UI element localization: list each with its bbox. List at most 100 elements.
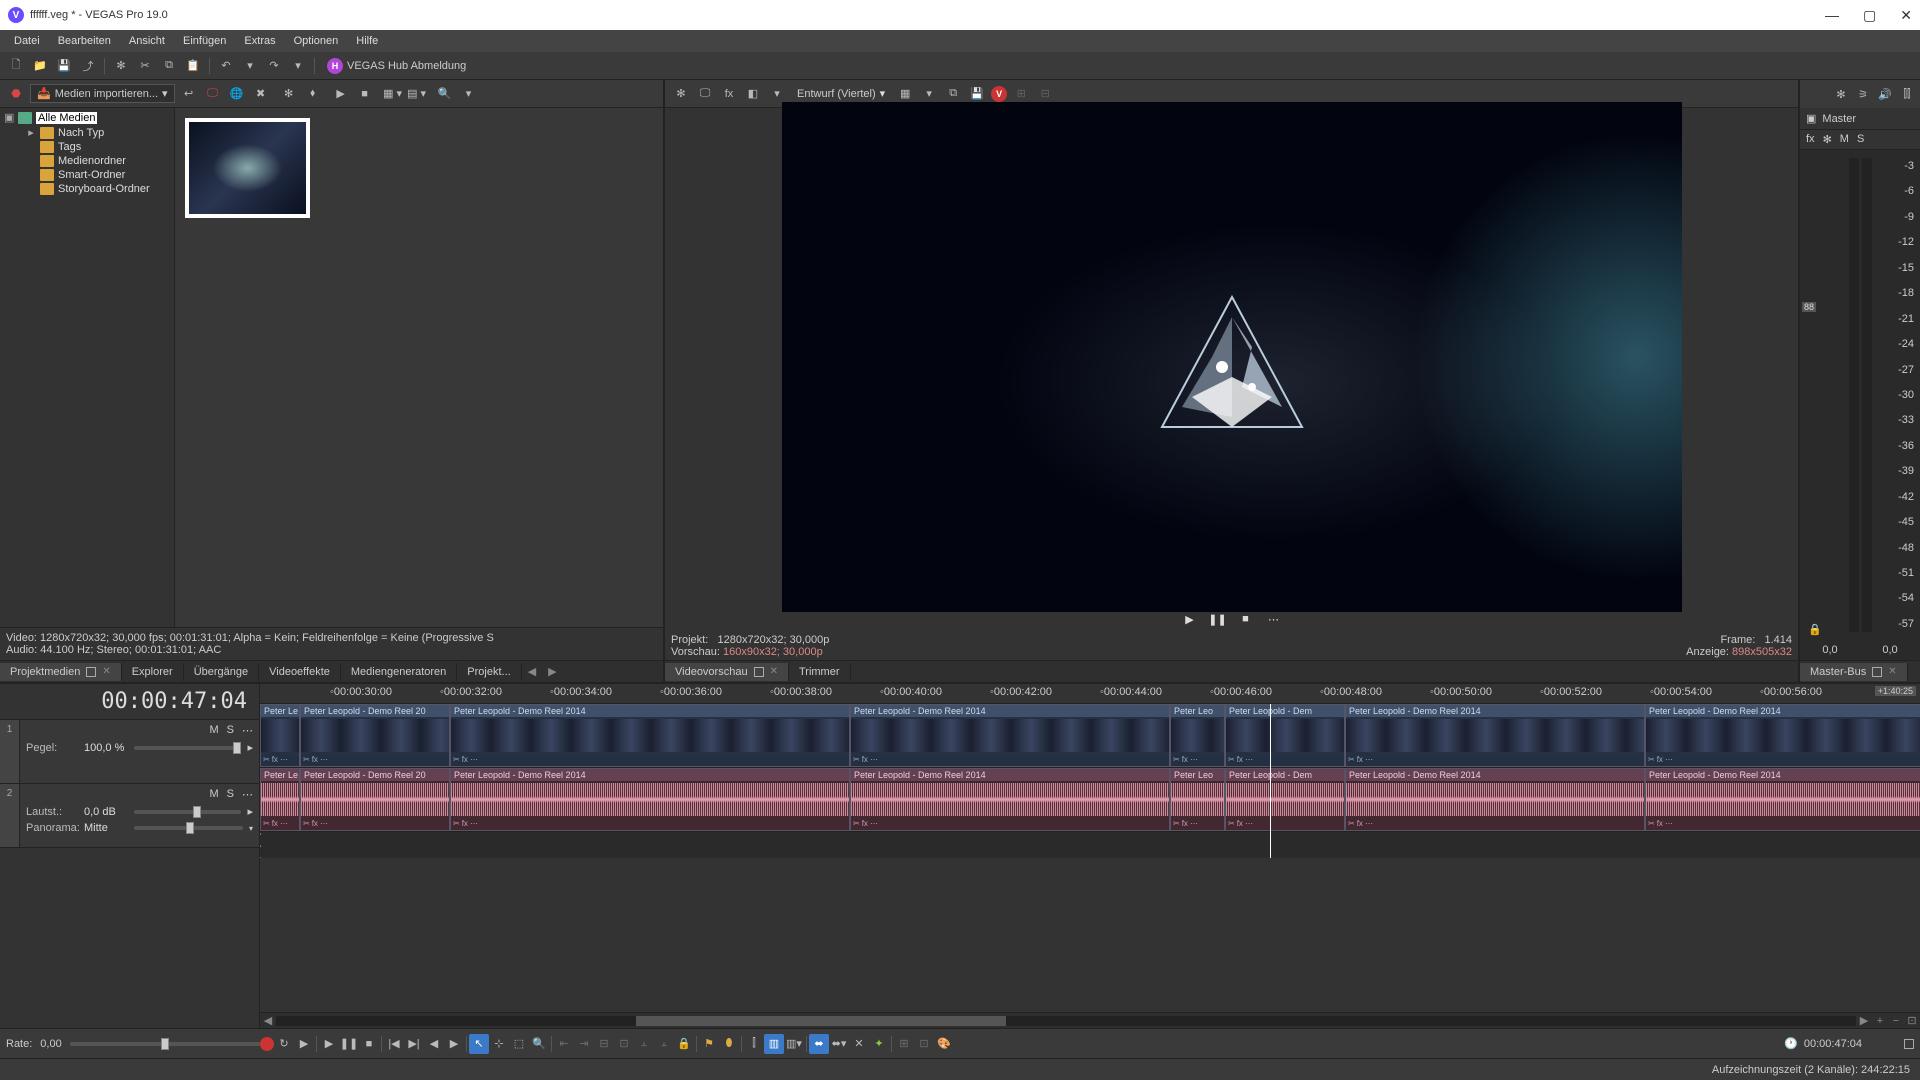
snap-options-button[interactable]: ▥▾ — [784, 1034, 804, 1054]
tab-1[interactable]: Explorer — [122, 663, 184, 681]
capture-icon[interactable]: ↩ — [179, 84, 199, 104]
redo-icon[interactable]: ↷ — [264, 56, 284, 76]
output-icon[interactable]: 🔊 — [1876, 85, 1894, 103]
timeline-tracks[interactable]: Peter Le✂fx⋯Peter Leopold - Demo Reel 20… — [260, 704, 1920, 858]
play-button[interactable]: ▶ — [319, 1034, 339, 1054]
zoom-out-icon[interactable]: − — [1888, 1015, 1904, 1027]
track2-vol-slider[interactable] — [134, 810, 241, 814]
video-clip[interactable]: Peter Leopold - Demo Reel 2014✂fx⋯ — [850, 704, 1170, 767]
loop-button[interactable]: ↻ — [274, 1034, 294, 1054]
region-button[interactable]: ⬮ — [719, 1034, 739, 1054]
trim-start-button[interactable]: ⇤ — [554, 1034, 574, 1054]
preview-more-button[interactable]: ⋯ — [1264, 609, 1284, 629]
master-fx[interactable]: fx — [1806, 133, 1815, 146]
media-stop-icon[interactable]: ■ — [355, 84, 375, 104]
video-clip[interactable]: Peter Leopold - Demo Reel 20✂fx⋯ — [300, 704, 450, 767]
save-icon[interactable]: 💾 — [54, 56, 74, 76]
audio-track-header[interactable]: 2 MS⋯ Lautst.:0,0 dB▸ Panorama:Mitte▾ — [0, 784, 259, 848]
audio-clip[interactable]: Peter Leopold - Demo Reel 2014✂fx⋯ — [450, 768, 850, 831]
tab-master-bus[interactable]: Master-Bus✕ — [1800, 663, 1908, 681]
screen-icon[interactable]: 🖵 — [203, 84, 223, 104]
hub-link[interactable]: HVEGAS Hub Abmeldung — [321, 58, 472, 74]
minimize-button[interactable]: — — [1825, 7, 1839, 24]
master-expand-icon[interactable]: ▣ — [1806, 112, 1816, 125]
audio-clip[interactable]: Peter Leopold - Demo Reel 2014✂fx⋯ — [850, 768, 1170, 831]
auto-crossfade-button[interactable]: ✦ — [869, 1034, 889, 1054]
mixer-props-icon[interactable]: ✻ — [1832, 85, 1850, 103]
import-media-button[interactable]: 📥 Medien importieren... ▾ — [30, 84, 175, 103]
track1-level-slider[interactable] — [134, 746, 241, 750]
preview-props-icon[interactable]: ✻ — [671, 84, 691, 104]
video-clip[interactable]: Peter Leopold - Dem✂fx⋯ — [1225, 704, 1345, 767]
preview-stop-button[interactable]: ■ — [1236, 609, 1256, 629]
audio-clip[interactable]: Peter Leopold - Demo Reel 2014✂fx⋯ — [1345, 768, 1645, 831]
undo-icon[interactable]: ↶ — [216, 56, 236, 76]
tree-item[interactable]: Storyboard-Ordner — [2, 182, 172, 196]
master-M[interactable]: M — [1840, 133, 1849, 146]
snapshot-icon[interactable]: ⧉ — [943, 84, 963, 104]
normal-edit-tool[interactable]: ↖ — [469, 1034, 489, 1054]
media-home-icon[interactable]: ⬣ — [6, 84, 26, 104]
menu-datei[interactable]: Datei — [6, 33, 48, 49]
track1-more[interactable]: ⋯ — [242, 724, 253, 737]
video-clip[interactable]: Peter Leo✂fx⋯ — [1170, 704, 1225, 767]
tab-2[interactable]: Übergänge — [184, 663, 259, 681]
transport-timecode[interactable]: 00:00:47:04 — [1804, 1038, 1862, 1050]
timeline-ruler[interactable]: +1:40:25 ◦00:00:30:00◦00:00:32:00◦00:00:… — [260, 684, 1920, 704]
video-preview[interactable] — [782, 102, 1682, 612]
audio-clip[interactable]: Peter Le✂fx⋯ — [260, 768, 300, 831]
tree-item[interactable]: Smart-Ordner — [2, 168, 172, 182]
ignore-group-button[interactable]: ⊞ — [894, 1034, 914, 1054]
markers2-button[interactable]: ⫠ — [654, 1034, 674, 1054]
trim-end-button[interactable]: ⇥ — [574, 1034, 594, 1054]
track1-mute[interactable]: M — [209, 724, 218, 737]
audio-clip[interactable]: Peter Leopold - Demo Reel 2014✂fx⋯ — [1645, 768, 1920, 831]
copy-icon[interactable]: ⧉ — [159, 56, 179, 76]
go-end-button[interactable]: ▶| — [404, 1034, 424, 1054]
tc-box-icon[interactable] — [1904, 1039, 1914, 1049]
ptab-1[interactable]: Trimmer — [789, 663, 851, 681]
markers1-button[interactable]: ⫠ — [634, 1034, 654, 1054]
zoom-fit-icon[interactable]: ⊡ — [1904, 1014, 1920, 1027]
stop-button[interactable]: ■ — [359, 1034, 379, 1054]
auto-ripple-button[interactable]: ⬌ — [809, 1034, 829, 1054]
dim-icon[interactable]: ⚞ — [1854, 85, 1872, 103]
snap-button[interactable]: ⫿ — [744, 1034, 764, 1054]
master-✻[interactable]: ✻ — [1823, 133, 1832, 146]
track2-pan-slider[interactable] — [134, 826, 243, 830]
search-dropdown-icon[interactable]: ▾ — [459, 84, 479, 104]
track1-expand[interactable]: ▸ — [247, 741, 253, 754]
marker-button[interactable]: ⚑ — [699, 1034, 719, 1054]
undo-dropdown-icon[interactable]: ▾ — [240, 56, 260, 76]
menu-einfügen[interactable]: Einfügen — [175, 33, 234, 49]
video-fx-icon[interactable]: fx — [719, 84, 739, 104]
selection-tool[interactable]: ⬚ — [509, 1034, 529, 1054]
tab-4[interactable]: Mediengeneratoren — [341, 663, 457, 681]
cut-icon[interactable]: ✂ — [135, 56, 155, 76]
zoom-tool[interactable]: 🔍 — [529, 1034, 549, 1054]
tree-root[interactable]: ▣Alle Medien — [2, 110, 172, 125]
get-media-icon[interactable]: 🌐 — [227, 84, 247, 104]
preview-quality-combo[interactable]: Entwurf (Viertel) ▾ — [791, 85, 891, 102]
media-play-icon[interactable]: ▶ — [331, 84, 351, 104]
split-button[interactable]: ⊟ — [594, 1034, 614, 1054]
ptab-0[interactable]: Videovorschau ✕ — [665, 663, 789, 681]
envelope-tool[interactable]: ⊹ — [489, 1034, 509, 1054]
go-start-button[interactable]: |◀ — [384, 1034, 404, 1054]
tabs-right[interactable]: ▶ — [542, 662, 562, 681]
track2-mute[interactable]: M — [209, 788, 218, 801]
rate-slider[interactable] — [70, 1042, 260, 1046]
video-clip[interactable]: Peter Le✂fx⋯ — [260, 704, 300, 767]
playhead[interactable] — [1270, 704, 1271, 858]
preview-play-button[interactable]: ▶ — [1180, 609, 1200, 629]
video-track-header[interactable]: 1 MS⋯ Pegel:100,0 %▸ — [0, 720, 259, 784]
lock-button[interactable]: 🔒 — [674, 1034, 694, 1054]
meter-lock-icon[interactable]: 🔒 — [1808, 623, 1822, 636]
tree-item[interactable]: Medienordner — [2, 154, 172, 168]
record-button[interactable] — [260, 1037, 274, 1051]
close-button[interactable]: ✕ — [1900, 7, 1912, 24]
group2-button[interactable]: ⊡ — [914, 1034, 934, 1054]
render-icon[interactable]: ⤴ — [78, 56, 98, 76]
menu-bearbeiten[interactable]: Bearbeiten — [50, 33, 119, 49]
tabs-left[interactable]: ◀ — [522, 662, 542, 681]
